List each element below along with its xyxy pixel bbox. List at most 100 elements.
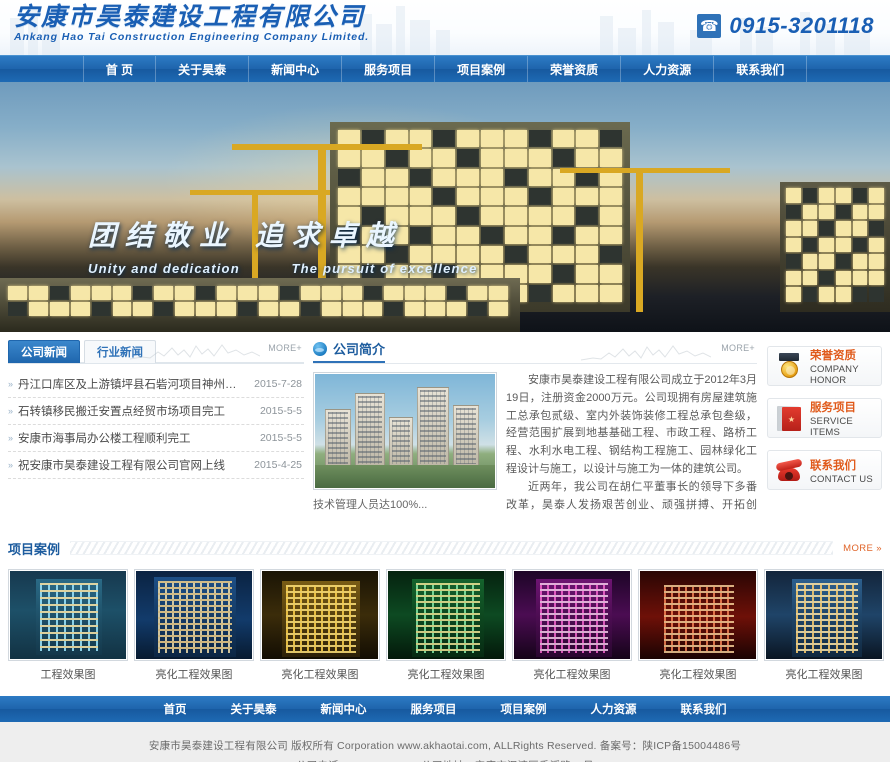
nav-item-projects[interactable]: 项目案例 [435, 56, 529, 82]
profile-title-group: 公司简介 [313, 339, 386, 363]
quick-link-label-en: CONTACT US [810, 473, 873, 485]
project-case-thumbnail[interactable] [8, 569, 128, 661]
project-case-image [514, 571, 630, 659]
project-case-thumbnail[interactable] [638, 569, 758, 661]
profile-paragraph-1: 安康市昊泰建设工程有限公司成立于2012年3月19日，注册资金2000万元。公司… [506, 374, 757, 476]
banner-window-grid-front [8, 286, 508, 316]
profile-photo[interactable] [313, 372, 497, 490]
news-panel: 公司新闻 行业新闻 MORE+ » 丹江口库区及上游镇坪县石砦河项目神州湾小 2… [8, 340, 304, 522]
quick-link-label-cn: 联系我们 [810, 459, 856, 472]
quick-link-label-cn: 荣誉资质 [810, 350, 856, 362]
project-case-item[interactable]: 亮化工程效果图 [134, 569, 254, 682]
quick-link-text: 联系我们 CONTACT US [810, 456, 873, 485]
news-title: 石转镇移民搬迁安置点经贸市场项目完工 [18, 406, 226, 418]
quick-link-contact-us[interactable]: 联系我们 CONTACT US [767, 450, 882, 490]
profile-photo-image [315, 374, 495, 488]
footer-nav-item-contact[interactable]: 联系我们 [659, 701, 749, 717]
project-case-item[interactable]: 亮化工程效果图 [764, 569, 884, 682]
project-case-thumbnail[interactable] [260, 569, 380, 661]
hero-banner[interactable]: 团结敬业 追求卓越 Unity and dedication The pursu… [0, 82, 890, 332]
project-case-caption: 工程效果图 [40, 669, 96, 681]
news-squiggle-decoration [130, 344, 260, 360]
banner-slogan-cn: 团结敬业 追求卓越 [88, 219, 403, 252]
news-list-item[interactable]: » 石转镇移民搬迁安置点经贸市场项目完工 2015-5-5 [8, 398, 304, 425]
nav-item-honors[interactable]: 荣誉资质 [528, 56, 622, 82]
building-shape [417, 387, 449, 468]
globe-icon [313, 341, 327, 356]
building-shape [325, 409, 351, 468]
phone-icon: ☎ [697, 14, 722, 38]
nav-item-hr[interactable]: 人力资源 [621, 56, 715, 82]
project-case-thumbnail[interactable] [764, 569, 884, 661]
footer-nav-item-projects[interactable]: 项目案例 [479, 701, 569, 717]
profile-text: 安康市昊泰建设工程有限公司成立于2012年3月19日，注册资金2000万元。公司… [506, 372, 757, 512]
project-cases-more-link[interactable]: MORE » [833, 543, 882, 554]
bullet-icon: » [8, 379, 14, 389]
nav-item-services[interactable]: 服务项目 [342, 56, 436, 82]
project-case-thumbnail[interactable] [134, 569, 254, 661]
banner-slogan: 团结敬业 追求卓越 Unity and dedication The pursu… [88, 214, 478, 276]
site-logo[interactable]: 安康市昊泰建设工程有限公司 Ankang Hao Tai Constructio… [14, 4, 369, 43]
profile-photo-group: 技术管理人员达100%... [313, 372, 497, 512]
nav-item-about[interactable]: 关于昊泰 [156, 56, 250, 82]
footer-nav-item-home[interactable]: 首页 [142, 701, 209, 717]
news-list-item[interactable]: » 丹江口库区及上游镇坪县石砦河项目神州湾小 2015-7-28 [8, 371, 304, 398]
stripe-decoration [70, 541, 834, 555]
nav-item-news[interactable]: 新闻中心 [249, 56, 343, 82]
profile-panel-header: 公司简介 MORE+ [313, 339, 757, 364]
nav-item-home[interactable]: 首 页 [82, 56, 157, 82]
footer-nav-item-hr[interactable]: 人力资源 [569, 701, 659, 717]
project-case-image [766, 571, 882, 659]
profile-more-link[interactable]: MORE+ [721, 343, 755, 353]
project-case-caption: 亮化工程效果图 [659, 669, 737, 681]
project-case-thumbnail[interactable] [512, 569, 632, 661]
logo-title-cn: 安康市昊泰建设工程有限公司 [14, 2, 366, 31]
quick-link-company-honor[interactable]: 荣誉资质 COMPANY HONOR [767, 346, 882, 386]
content-row-top: 公司新闻 行业新闻 MORE+ » 丹江口库区及上游镇坪县石砦河项目神州湾小 2… [0, 339, 890, 522]
crane-jib-3 [190, 190, 330, 195]
building-shape [355, 393, 385, 468]
bullet-icon: » [8, 433, 14, 443]
news-panel-header: 公司新闻 行业新闻 MORE+ [8, 340, 304, 364]
footer-nav-item-about[interactable]: 关于昊泰 [209, 701, 299, 717]
project-case-item[interactable]: 亮化工程效果图 [386, 569, 506, 682]
quick-link-service-items[interactable]: ★ 服务项目 SERVICE ITEMS [767, 398, 882, 438]
news-more-link[interactable]: MORE+ [268, 343, 302, 353]
project-case-image [262, 571, 378, 659]
project-case-caption: 亮化工程效果图 [785, 669, 863, 681]
main-navigation: 首 页 关于昊泰 新闻中心 服务项目 项目案例 荣誉资质 人力资源 联系我们 [0, 55, 890, 82]
quick-link-label-en: SERVICE ITEMS [810, 416, 853, 438]
footer-nav-item-news[interactable]: 新闻中心 [299, 701, 389, 717]
tab-company-news[interactable]: 公司新闻 [8, 340, 80, 363]
project-case-image [136, 571, 252, 659]
project-case-image [640, 571, 756, 659]
news-title: 丹江口库区及上游镇坪县石砦河项目神州湾小 [18, 379, 247, 391]
header-phone: ☎ 0915-3201118 [697, 13, 874, 39]
quick-link-text: 服务项目 SERVICE ITEMS [810, 398, 875, 438]
footer-contact: 公司电话：0915-3201118 公司地址：安康市汉滨区香溪路60号 [0, 756, 890, 762]
ground-shape [315, 465, 495, 488]
footer-nav-item-services[interactable]: 服务项目 [389, 701, 479, 717]
news-date: 2015-4-25 [254, 459, 302, 471]
bullet-icon: » [8, 406, 14, 416]
project-case-item[interactable]: 亮化工程效果图 [260, 569, 380, 682]
telephone-icon [774, 455, 804, 485]
footer-info: 安康市昊泰建设工程有限公司 版权所有 Corporation www.akhao… [0, 722, 890, 762]
news-list: » 丹江口库区及上游镇坪县石砦河项目神州湾小 2015-7-28 » 石转镇移民… [8, 371, 304, 479]
project-case-thumbnail[interactable] [386, 569, 506, 661]
project-case-item[interactable]: 亮化工程效果图 [638, 569, 758, 682]
nav-item-contact[interactable]: 联系我们 [714, 56, 808, 82]
project-case-caption: 亮化工程效果图 [407, 669, 485, 681]
quick-link-text: 荣誉资质 COMPANY HONOR [810, 346, 875, 386]
profile-squiggle-decoration [581, 345, 711, 361]
news-date: 2015-7-28 [254, 378, 302, 390]
site-header: 安康市昊泰建设工程有限公司 Ankang Hao Tai Constructio… [0, 0, 890, 55]
project-case-item[interactable]: 亮化工程效果图 [512, 569, 632, 682]
news-list-item[interactable]: » 祝安康市昊泰建设工程有限公司官网上线 2015-4-25 [8, 452, 304, 479]
crane-mast-2 [636, 168, 643, 312]
news-list-item[interactable]: » 安康市海事局办公楼工程顺利完工 2015-5-5 [8, 425, 304, 452]
news-title: 安康市海事局办公楼工程顺利完工 [18, 433, 191, 445]
book-icon: ★ [774, 403, 804, 433]
banner-slogan-en: Unity and dedication The pursuit of exce… [88, 261, 478, 276]
project-case-item[interactable]: 工程效果图 [8, 569, 128, 682]
